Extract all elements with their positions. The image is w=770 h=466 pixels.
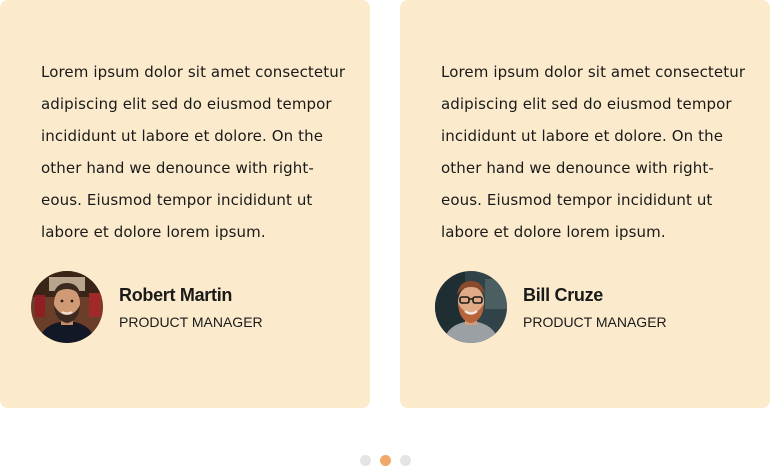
pagination-dot-2[interactable] (380, 455, 391, 466)
carousel-pagination (360, 455, 411, 466)
testimonial-author: Robert Martin PRODUCT MANAGER (31, 271, 263, 343)
testimonial-card-bill-cruze: Lorem ipsum dolor sit amet consectetur a… (400, 0, 770, 408)
author-role: PRODUCT MANAGER (523, 313, 667, 330)
avatar (31, 271, 103, 343)
pagination-dot-1[interactable] (360, 455, 371, 466)
author-role: PRODUCT MANAGER (119, 313, 263, 330)
avatar (435, 271, 507, 343)
testimonial-quote: Lorem ipsum dolor sit amet consectetur a… (441, 63, 746, 241)
author-name: Robert Martin (119, 284, 233, 305)
author-name: Bill Cruze (523, 284, 604, 305)
pagination-dot-3[interactable] (400, 455, 411, 466)
testimonial-card-robert-martin: Lorem ipsum dolor sit amet consectetur a… (0, 0, 370, 408)
testimonial-author: Bill Cruze PRODUCT MANAGER (435, 271, 667, 343)
testimonial-quote: Lorem ipsum dolor sit amet consectetur a… (41, 63, 346, 241)
